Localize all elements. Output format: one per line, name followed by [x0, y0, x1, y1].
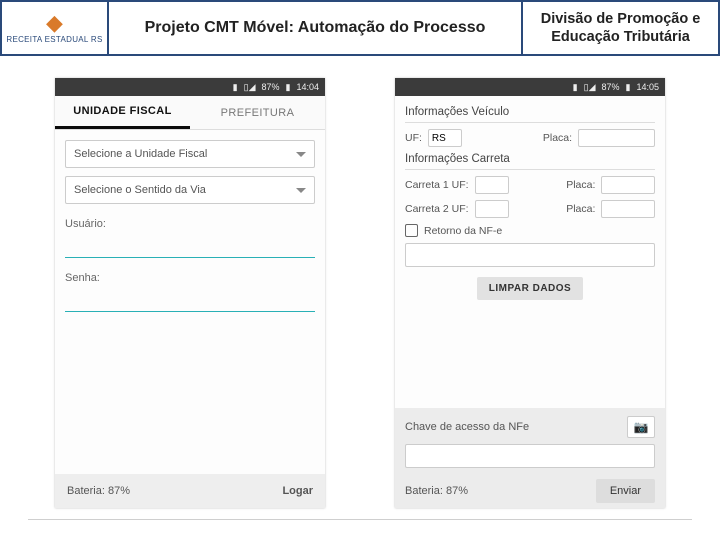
chevron-down-icon [296, 188, 306, 193]
checkbox-icon [405, 224, 418, 237]
input-carreta1-uf[interactable] [475, 176, 509, 194]
vehicle-body: Informações Veículo UF: Placa: Informaçõ… [395, 96, 665, 508]
wifi-icon: ▮ [233, 82, 238, 93]
label-senha: Senha: [65, 272, 315, 284]
enviar-button[interactable]: Enviar [596, 479, 655, 503]
camera-button[interactable]: 📷 [627, 416, 655, 438]
footer: Bateria: 87% Logar [55, 474, 325, 508]
footer-battery: Bateria: 87% [405, 485, 468, 497]
input-carreta2-uf[interactable] [475, 200, 509, 218]
logo: ◆ RECEITA ESTADUAL RS [2, 2, 107, 54]
input-senha[interactable] [65, 292, 315, 312]
label-carreta2: Carreta 2 UF: [405, 203, 469, 215]
logar-button[interactable]: Logar [282, 485, 313, 497]
slide-divider [28, 519, 692, 520]
section-carreta: Informações Carreta [405, 153, 655, 170]
label-chave: Chave de acesso da NFe [405, 421, 621, 433]
input-retorno[interactable] [405, 243, 655, 267]
battery-pct: 87% [602, 82, 620, 92]
limpar-button[interactable]: LIMPAR DADOS [477, 277, 583, 300]
battery-icon: ▮ [286, 82, 291, 93]
camera-icon: 📷 [634, 420, 649, 434]
status-bar: ▮ ▯◢ 87% ▮ 14:05 [395, 78, 665, 96]
slide-header: ◆ RECEITA ESTADUAL RS Projeto CMT Móvel:… [0, 0, 720, 56]
dropdown-unidade[interactable]: Selecione a Unidade Fiscal [65, 140, 315, 168]
battery-icon: ▮ [626, 82, 631, 93]
wifi-icon: ▮ [573, 82, 578, 93]
input-usuario[interactable] [65, 238, 315, 258]
footer: Bateria: 87% Enviar [405, 474, 655, 508]
input-placa[interactable] [578, 129, 655, 147]
input-carreta1-placa[interactable] [601, 176, 655, 194]
label-uf: UF: [405, 132, 422, 144]
screenshot-login: ▮ ▯◢ 87% ▮ 14:04 UNIDADE FISCAL PREFEITU… [55, 78, 325, 508]
signal-icon: ▯◢ [244, 82, 256, 93]
checkbox-retorno[interactable]: Retorno da NF-e [405, 224, 655, 237]
label-placa: Placa: [543, 132, 572, 144]
screenshot-veiculo: ▮ ▯◢ 87% ▮ 14:05 Informações Veículo UF:… [395, 78, 665, 508]
row-uf-placa: UF: Placa: [405, 129, 655, 147]
dropdown-sentido-label: Selecione o Sentido da Via [74, 184, 206, 196]
label-carreta1: Carreta 1 UF: [405, 179, 469, 191]
row-carreta1: Carreta 1 UF: Placa: [405, 176, 655, 194]
label-placa-c1: Placa: [566, 179, 595, 191]
tab-prefeitura[interactable]: PREFEITURA [190, 96, 325, 129]
division-line-2: Educação Tributária [551, 29, 690, 45]
input-chave[interactable] [405, 444, 655, 468]
clock: 14:04 [296, 82, 319, 92]
slide-title: Projeto CMT Móvel: Automação do Processo [107, 2, 523, 54]
label-usuario: Usuário: [65, 218, 315, 230]
nfe-section: Chave de acesso da NFe 📷 Bateria: 87% En… [395, 408, 665, 508]
clock: 14:05 [636, 82, 659, 92]
dropdown-unidade-label: Selecione a Unidade Fiscal [74, 148, 207, 160]
screenshots-row: ▮ ▯◢ 87% ▮ 14:04 UNIDADE FISCAL PREFEITU… [0, 56, 720, 518]
logo-icon: ◆ [46, 12, 63, 34]
label-placa-c2: Placa: [566, 203, 595, 215]
login-body: Selecione a Unidade Fiscal Selecione o S… [55, 130, 325, 474]
division-name: Divisão de Promoção e Educação Tributári… [523, 2, 718, 54]
battery-pct: 87% [262, 82, 280, 92]
row-carreta2: Carreta 2 UF: Placa: [405, 200, 655, 218]
signal-icon: ▯◢ [584, 82, 596, 93]
tab-unidade-fiscal[interactable]: UNIDADE FISCAL [55, 96, 190, 129]
footer-battery: Bateria: 87% [67, 485, 130, 497]
input-uf[interactable] [428, 129, 462, 147]
division-line-1: Divisão de Promoção e [541, 11, 701, 27]
tabs: UNIDADE FISCAL PREFEITURA [55, 96, 325, 130]
status-bar: ▮ ▯◢ 87% ▮ 14:04 [55, 78, 325, 96]
logo-text: RECEITA ESTADUAL RS [6, 35, 102, 44]
dropdown-sentido[interactable]: Selecione o Sentido da Via [65, 176, 315, 204]
chevron-down-icon [296, 152, 306, 157]
input-carreta2-placa[interactable] [601, 200, 655, 218]
section-veiculo: Informações Veículo [405, 106, 655, 123]
label-retorno: Retorno da NF-e [424, 225, 502, 237]
